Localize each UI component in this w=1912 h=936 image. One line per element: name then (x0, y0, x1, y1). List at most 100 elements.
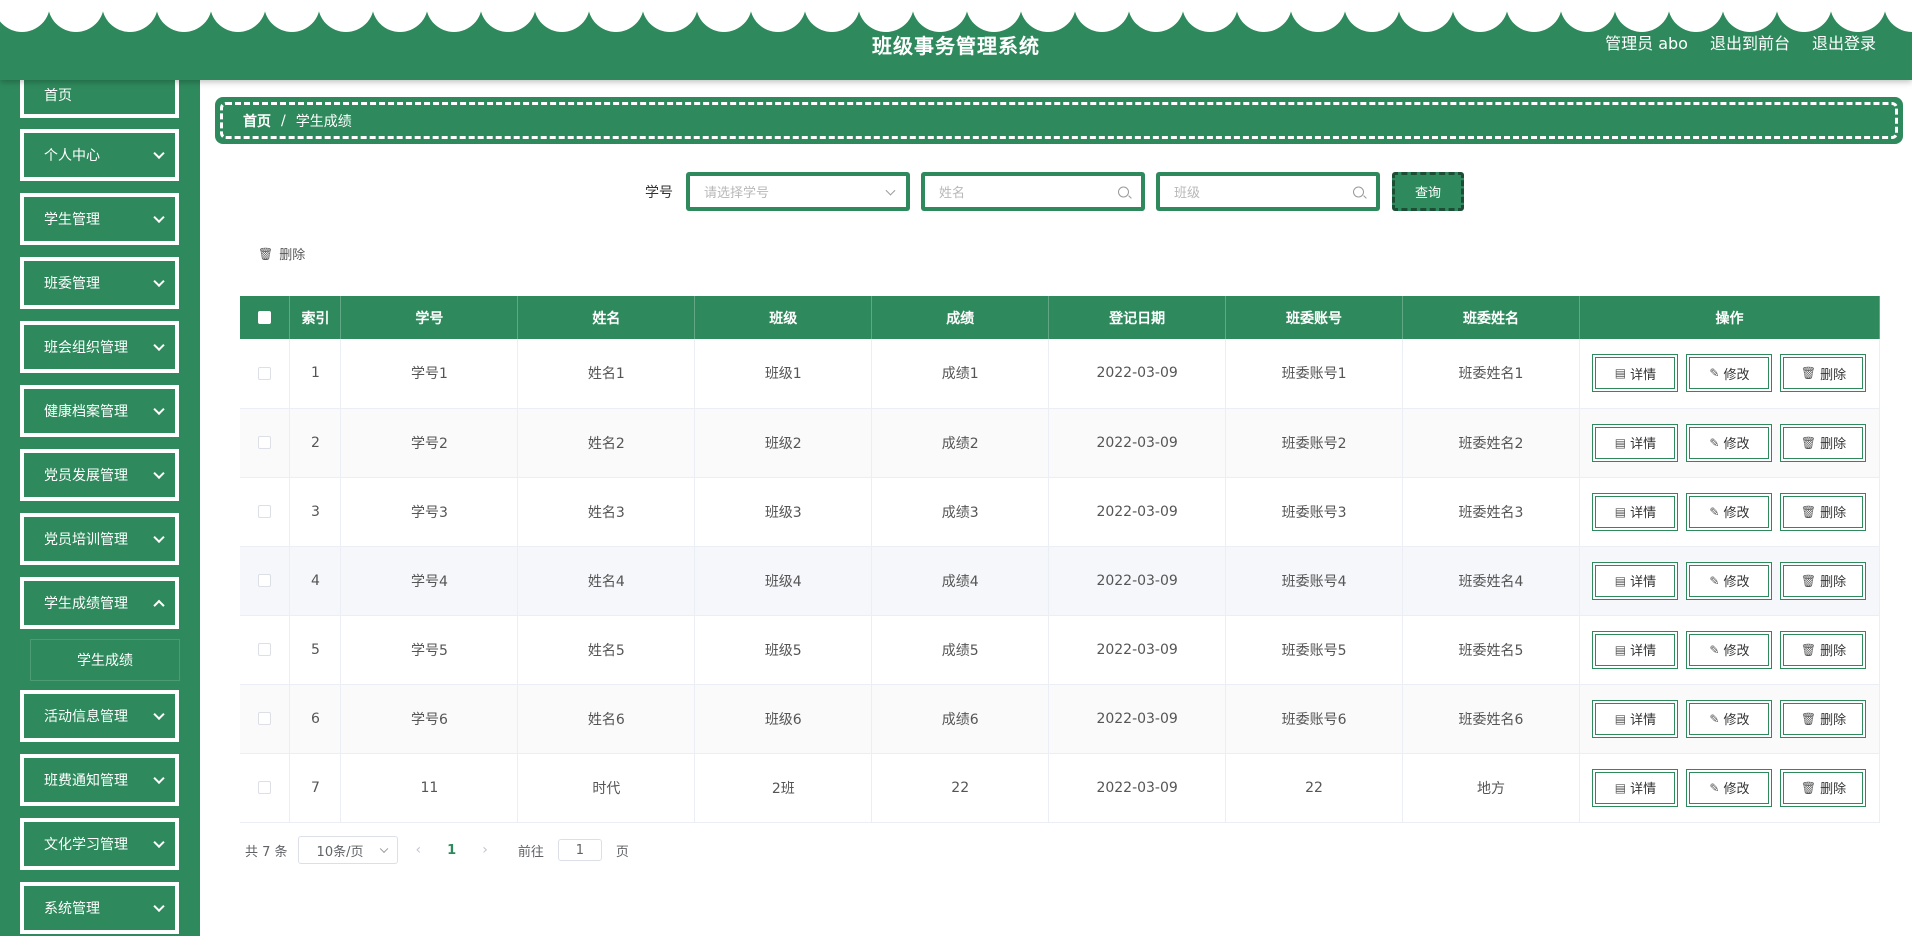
cell-index: 2 (289, 408, 342, 478)
sidebar-item-class-meeting[interactable]: 班会组织管理 (20, 321, 179, 373)
sidebar-item-culture-study[interactable]: 文化学习管理 (20, 818, 179, 870)
sidebar-item-home[interactable]: 首页 (20, 80, 179, 118)
cell-monitor-name: 班委姓名1 (1402, 339, 1580, 409)
search-icon (1118, 186, 1129, 197)
scallop-shape (1776, 0, 1832, 32)
table-row[interactable]: 3 学号3 姓名3 班级3 成绩3 2022-03-09 班委账号3 班委姓名3 ▤ 详情 ✎ 修改 🗑… (240, 477, 1881, 547)
scallop-shape (1614, 0, 1670, 32)
edit-button[interactable]: ✎ 修改 (1686, 768, 1773, 807)
page-size-select[interactable]: 10条/页 (297, 836, 398, 864)
query-button[interactable]: 查询 (1392, 172, 1464, 211)
delete-button[interactable]: 🗑 删除 (1780, 354, 1867, 393)
table-row[interactable]: 2 学号2 姓名2 班级2 成绩2 2022-03-09 班委账号2 班委姓名2 ▤ 详情 ✎ 修改 🗑… (240, 408, 1881, 478)
edit-button[interactable]: ✎ 修改 (1686, 630, 1773, 669)
chevron-down-icon (885, 185, 896, 196)
sidebar-item-activity-info[interactable]: 活动信息管理 (20, 690, 179, 742)
scallop-shape (1452, 0, 1508, 32)
row-actions-cell: ▤ 详情 ✎ 修改 🗑 删除 (1579, 546, 1881, 616)
cell-class: 班级4 (694, 546, 873, 616)
edit-button[interactable]: ✎ 修改 (1686, 561, 1773, 600)
scallop-shape (1290, 0, 1346, 32)
edit-button[interactable]: ✎ 修改 (1686, 354, 1773, 393)
sidebar-item-party-training[interactable]: 党员培训管理 (20, 513, 179, 565)
row-checkbox[interactable] (258, 505, 272, 518)
detail-button[interactable]: ▤ 详情 (1592, 354, 1679, 393)
student-no-select[interactable]: 请选择学号 (686, 172, 910, 211)
chevron-down-icon (153, 467, 165, 480)
sidebar-subitem-student-scores[interactable]: 学生成绩 (30, 639, 180, 681)
sidebar-item-label: 班会组织管理 (44, 340, 128, 356)
detail-label: 详情 (1630, 506, 1657, 521)
col-header-monitor-name: 班委姓名 (1402, 296, 1580, 339)
chevron-down-icon (153, 531, 165, 544)
cell-monitor-name: 班委姓名2 (1402, 408, 1580, 478)
row-checkbox[interactable] (258, 781, 272, 794)
sidebar-item-score-management[interactable]: 学生成绩管理 (20, 577, 179, 629)
delete-button[interactable]: 🗑 删除 (1780, 699, 1867, 738)
delete-label: 删除 (1820, 367, 1847, 383)
exit-to-front-link[interactable]: 退出到前台 (1710, 30, 1790, 54)
row-checkbox[interactable] (258, 574, 272, 587)
sidebar-item-committee-management[interactable]: 班委管理 (20, 257, 179, 309)
row-checkbox[interactable] (258, 712, 272, 725)
class-search-input[interactable]: 班级 (1156, 172, 1380, 211)
detail-button[interactable]: ▤ 详情 (1592, 423, 1679, 462)
select-all-checkbox[interactable] (258, 311, 272, 324)
row-checkbox[interactable] (258, 643, 272, 656)
sidebar-item-student-management[interactable]: 学生管理 (20, 193, 179, 245)
sidebar-item-label: 班委管理 (44, 276, 100, 292)
edit-button[interactable]: ✎ 修改 (1686, 423, 1773, 462)
current-user-label: 管理员 abo (1605, 34, 1688, 53)
sidebar-item-label: 系统管理 (44, 901, 100, 917)
table-row[interactable]: 6 学号6 姓名6 班级6 成绩6 2022-03-09 班委账号6 班委姓名6 ▤ 详情 ✎ 修改 🗑… (240, 684, 1881, 754)
next-page-button[interactable]: › (474, 842, 496, 858)
cell-index: 4 (289, 546, 342, 616)
detail-button[interactable]: ▤ 详情 (1592, 561, 1679, 600)
sidebar-item-personal-center[interactable]: 个人中心 (20, 129, 179, 181)
table-row[interactable]: 5 学号5 姓名5 班级5 成绩5 2022-03-09 班委账号5 班委姓名5 ▤ 详情 ✎ 修改 🗑… (240, 615, 1881, 685)
sidebar-item-system-management[interactable]: 系统管理 (20, 882, 179, 934)
detail-label: 详情 (1630, 713, 1657, 728)
cell-name: 姓名5 (517, 615, 696, 685)
document-icon: ▤ (1614, 366, 1627, 381)
delete-button[interactable]: 🗑 删除 (1780, 768, 1867, 807)
table-row[interactable]: 4 学号4 姓名4 班级4 成绩4 2022-03-09 班委账号4 班委姓名4 ▤ 详情 ✎ 修改 🗑… (240, 546, 1881, 616)
goto-page-input[interactable]: 1 (557, 839, 602, 861)
cell-class: 班级1 (694, 339, 873, 409)
batch-delete-button[interactable]: 🗑 删除 (258, 244, 305, 264)
sidebar-item-label: 党员发展管理 (44, 468, 128, 484)
name-search-input[interactable]: 姓名 (921, 172, 1145, 211)
cell-date: 2022-03-09 (1048, 546, 1227, 616)
delete-button[interactable]: 🗑 删除 (1780, 561, 1867, 600)
scallop-shape (0, 0, 50, 32)
scallop-shape (804, 0, 860, 32)
prev-page-button[interactable]: ‹ (408, 842, 430, 858)
col-header-date: 登记日期 (1048, 296, 1227, 339)
sidebar-item-party-development[interactable]: 党员发展管理 (20, 449, 179, 501)
detail-button[interactable]: ▤ 详情 (1592, 768, 1679, 807)
detail-label: 详情 (1630, 575, 1657, 590)
sidebar-item-class-fee-notice[interactable]: 班费通知管理 (20, 754, 179, 806)
table-row[interactable]: 7 11 时代 2班 22 2022-03-09 22 地方 ▤ 详情 ✎ 修改 🗑 删除 (240, 753, 1881, 823)
breadcrumb-home[interactable]: 首页 (243, 111, 271, 131)
sidebar-item-health-records[interactable]: 健康档案管理 (20, 385, 179, 437)
edit-button[interactable]: ✎ 修改 (1686, 699, 1773, 738)
delete-button[interactable]: 🗑 删除 (1780, 423, 1867, 462)
scallop-shape (1236, 0, 1292, 32)
cell-student-no: 学号1 (340, 339, 519, 409)
detail-button[interactable]: ▤ 详情 (1592, 492, 1679, 531)
row-actions-cell: ▤ 详情 ✎ 修改 🗑 删除 (1579, 339, 1881, 409)
table-row[interactable]: 1 学号1 姓名1 班级1 成绩1 2022-03-09 班委账号1 班委姓名1 ▤ 详情 ✎ 修改 🗑… (240, 339, 1881, 409)
pencil-icon: ✎ (1709, 711, 1720, 726)
row-checkbox[interactable] (258, 366, 272, 380)
delete-button[interactable]: 🗑 删除 (1780, 630, 1867, 669)
sidebar-item-label: 个人中心 (44, 148, 100, 164)
row-checkbox[interactable] (258, 436, 272, 449)
chevron-up-icon (153, 599, 165, 612)
detail-button[interactable]: ▤ 详情 (1592, 699, 1679, 738)
page-number-current[interactable]: 1 (439, 843, 464, 858)
edit-button[interactable]: ✎ 修改 (1686, 492, 1773, 531)
detail-button[interactable]: ▤ 详情 (1592, 630, 1679, 669)
delete-button[interactable]: 🗑 删除 (1780, 492, 1867, 531)
logout-link[interactable]: 退出登录 (1812, 30, 1876, 54)
